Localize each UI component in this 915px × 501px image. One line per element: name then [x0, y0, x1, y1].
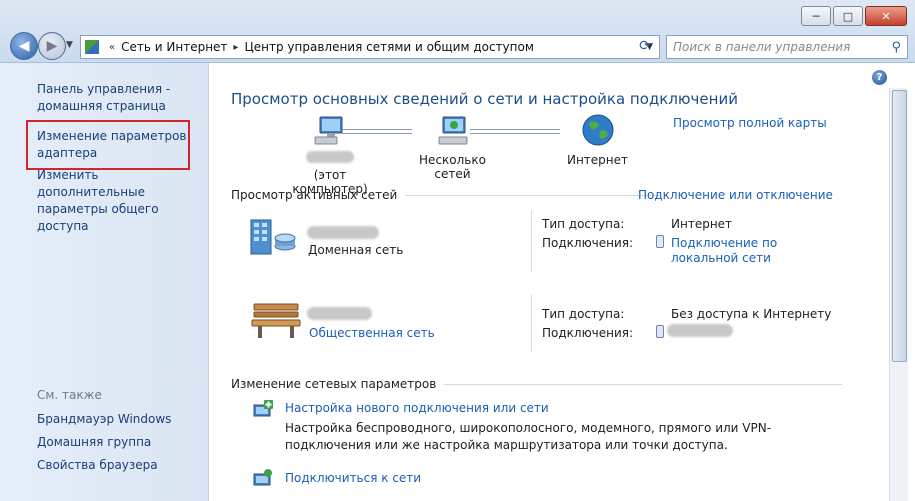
network-1-access-value: Интернет [671, 217, 733, 231]
sidebar-link-browser-properties[interactable]: Свойства браузера [37, 457, 158, 474]
ethernet-icon [656, 325, 664, 338]
network-2-access-label: Тип доступа: [542, 307, 625, 321]
globe-icon [582, 114, 613, 146]
breadcrumb-overflow-icon[interactable]: « [109, 42, 115, 53]
map-networks[interactable]: Несколько сетей [400, 113, 505, 181]
scrollbar-thumb[interactable] [892, 90, 907, 362]
breadcrumb-network-internet[interactable]: Сеть и Интернет [121, 40, 227, 54]
network-1-type: Доменная сеть [308, 243, 404, 257]
sidebar: Панель управления - домашняя страница Из… [0, 63, 209, 501]
window-controls: ─ □ ✕ [799, 6, 907, 26]
active-networks-header: Просмотр активных сетей [231, 188, 661, 202]
recent-pages-dropdown[interactable]: ▼ [66, 40, 73, 50]
new-connection-description: Настройка беспроводного, широкополосного… [285, 421, 772, 452]
back-button[interactable]: ◀ [10, 32, 38, 60]
arrow-right-icon: ▶ [46, 38, 58, 54]
map-networks-label: Несколько сетей [419, 153, 486, 181]
domain-network-icon [250, 219, 296, 255]
full-map-link[interactable]: Просмотр полной карты [673, 116, 827, 130]
new-connection-link[interactable]: Настройка нового подключения или сети [285, 401, 549, 415]
sidebar-link-sharing-line1: Изменить дополнительные [37, 168, 145, 199]
network-1-conn-line1: Подключение по [671, 236, 778, 250]
active-networks-title: Просмотр активных сетей [231, 188, 398, 202]
connect-disconnect-link[interactable]: Подключение или отключение [638, 188, 833, 202]
network-1-conn-line2: локальной сети [671, 251, 771, 265]
address-bar[interactable]: « Сеть и Интернет ▸ Центр управления сет… [80, 35, 660, 59]
refresh-button[interactable]: ⟳ [634, 36, 656, 56]
control-panel-window: ─ □ ✕ ◀ ▶ ▼ « Сеть и Интернет ▸ Центр уп… [0, 0, 915, 501]
minimize-button[interactable]: ─ [801, 6, 831, 26]
sidebar-link-sharing-line2: параметры общего доступа [37, 202, 159, 233]
multiple-networks-icon [438, 116, 467, 145]
connection-name-redacted[interactable] [667, 324, 733, 337]
park-bench-icon [251, 303, 301, 338]
ethernet-icon [656, 235, 664, 248]
search-box[interactable]: Поиск в панели управления ⚲ [666, 35, 908, 59]
see-also-heading: См. также [37, 388, 102, 402]
help-button[interactable]: ? [872, 70, 887, 85]
page-title: Просмотр основных сведений о сети и наст… [231, 90, 738, 108]
sidebar-link-adapter-line2: адаптера [37, 146, 98, 160]
sidebar-link-adapter-line1: Изменение параметров [37, 129, 187, 143]
connect-to-network-link[interactable]: Подключиться к сети [285, 471, 421, 485]
map-internet[interactable]: Интернет [555, 113, 640, 167]
network-2-type-link[interactable]: Общественная сеть [309, 326, 435, 340]
title-bar: ─ □ ✕ ◀ ▶ ▼ « Сеть и Интернет ▸ Центр уп… [0, 0, 915, 63]
breadcrumb-separator[interactable]: ▸ [233, 42, 238, 53]
divider [531, 294, 532, 352]
divider [405, 194, 661, 196]
refresh-icon: ⟳ [639, 38, 651, 54]
network-1-conn-label: Подключения: [542, 236, 634, 250]
divider [531, 210, 532, 272]
network-1-connection-link[interactable]: Подключение по локальной сети [671, 236, 777, 266]
network-2-conn-label: Подключения: [542, 326, 634, 340]
sidebar-link-sharing-settings[interactable]: Изменить дополнительные параметры общего… [37, 167, 202, 235]
network-name-redacted [307, 307, 372, 320]
close-button[interactable]: ✕ [865, 6, 907, 26]
network-1-access-label: Тип доступа: [542, 217, 625, 231]
connect-to-network-icon [253, 469, 272, 486]
change-settings-header: Изменение сетевых параметров [231, 377, 843, 391]
sidebar-link-home[interactable]: Панель управления - домашняя страница [37, 81, 197, 115]
map-connector-2 [470, 129, 560, 134]
sidebar-link-home-line1: Панель управления - [37, 82, 171, 96]
network-name-redacted [307, 226, 379, 239]
sidebar-link-firewall[interactable]: Брандмауэр Windows [37, 411, 171, 428]
maximize-button[interactable]: □ [833, 6, 863, 26]
map-computer[interactable]: (этот компьютер) [280, 113, 380, 196]
divider [444, 383, 843, 385]
control-panel-icon [85, 40, 99, 54]
sidebar-link-homegroup[interactable]: Домашняя группа [37, 434, 151, 451]
network-2-access-value: Без доступа к Интернету [671, 307, 832, 321]
sidebar-link-adapter-settings[interactable]: Изменение параметров адаптера [37, 128, 187, 162]
search-placeholder: Поиск в панели управления [673, 40, 851, 54]
sidebar-link-home-line2: домашняя страница [37, 99, 166, 113]
new-connection-icon [253, 400, 273, 417]
vertical-scrollbar[interactable] [889, 88, 908, 501]
change-settings-title: Изменение сетевых параметров [231, 377, 437, 391]
map-internet-label: Интернет [566, 153, 629, 167]
forward-button[interactable]: ▶ [38, 32, 66, 60]
arrow-left-icon: ◀ [18, 38, 30, 54]
computer-name-redacted [306, 151, 354, 163]
search-icon[interactable]: ⚲ [891, 40, 901, 55]
breadcrumb-network-center[interactable]: Центр управления сетями и общим доступом [244, 40, 533, 54]
